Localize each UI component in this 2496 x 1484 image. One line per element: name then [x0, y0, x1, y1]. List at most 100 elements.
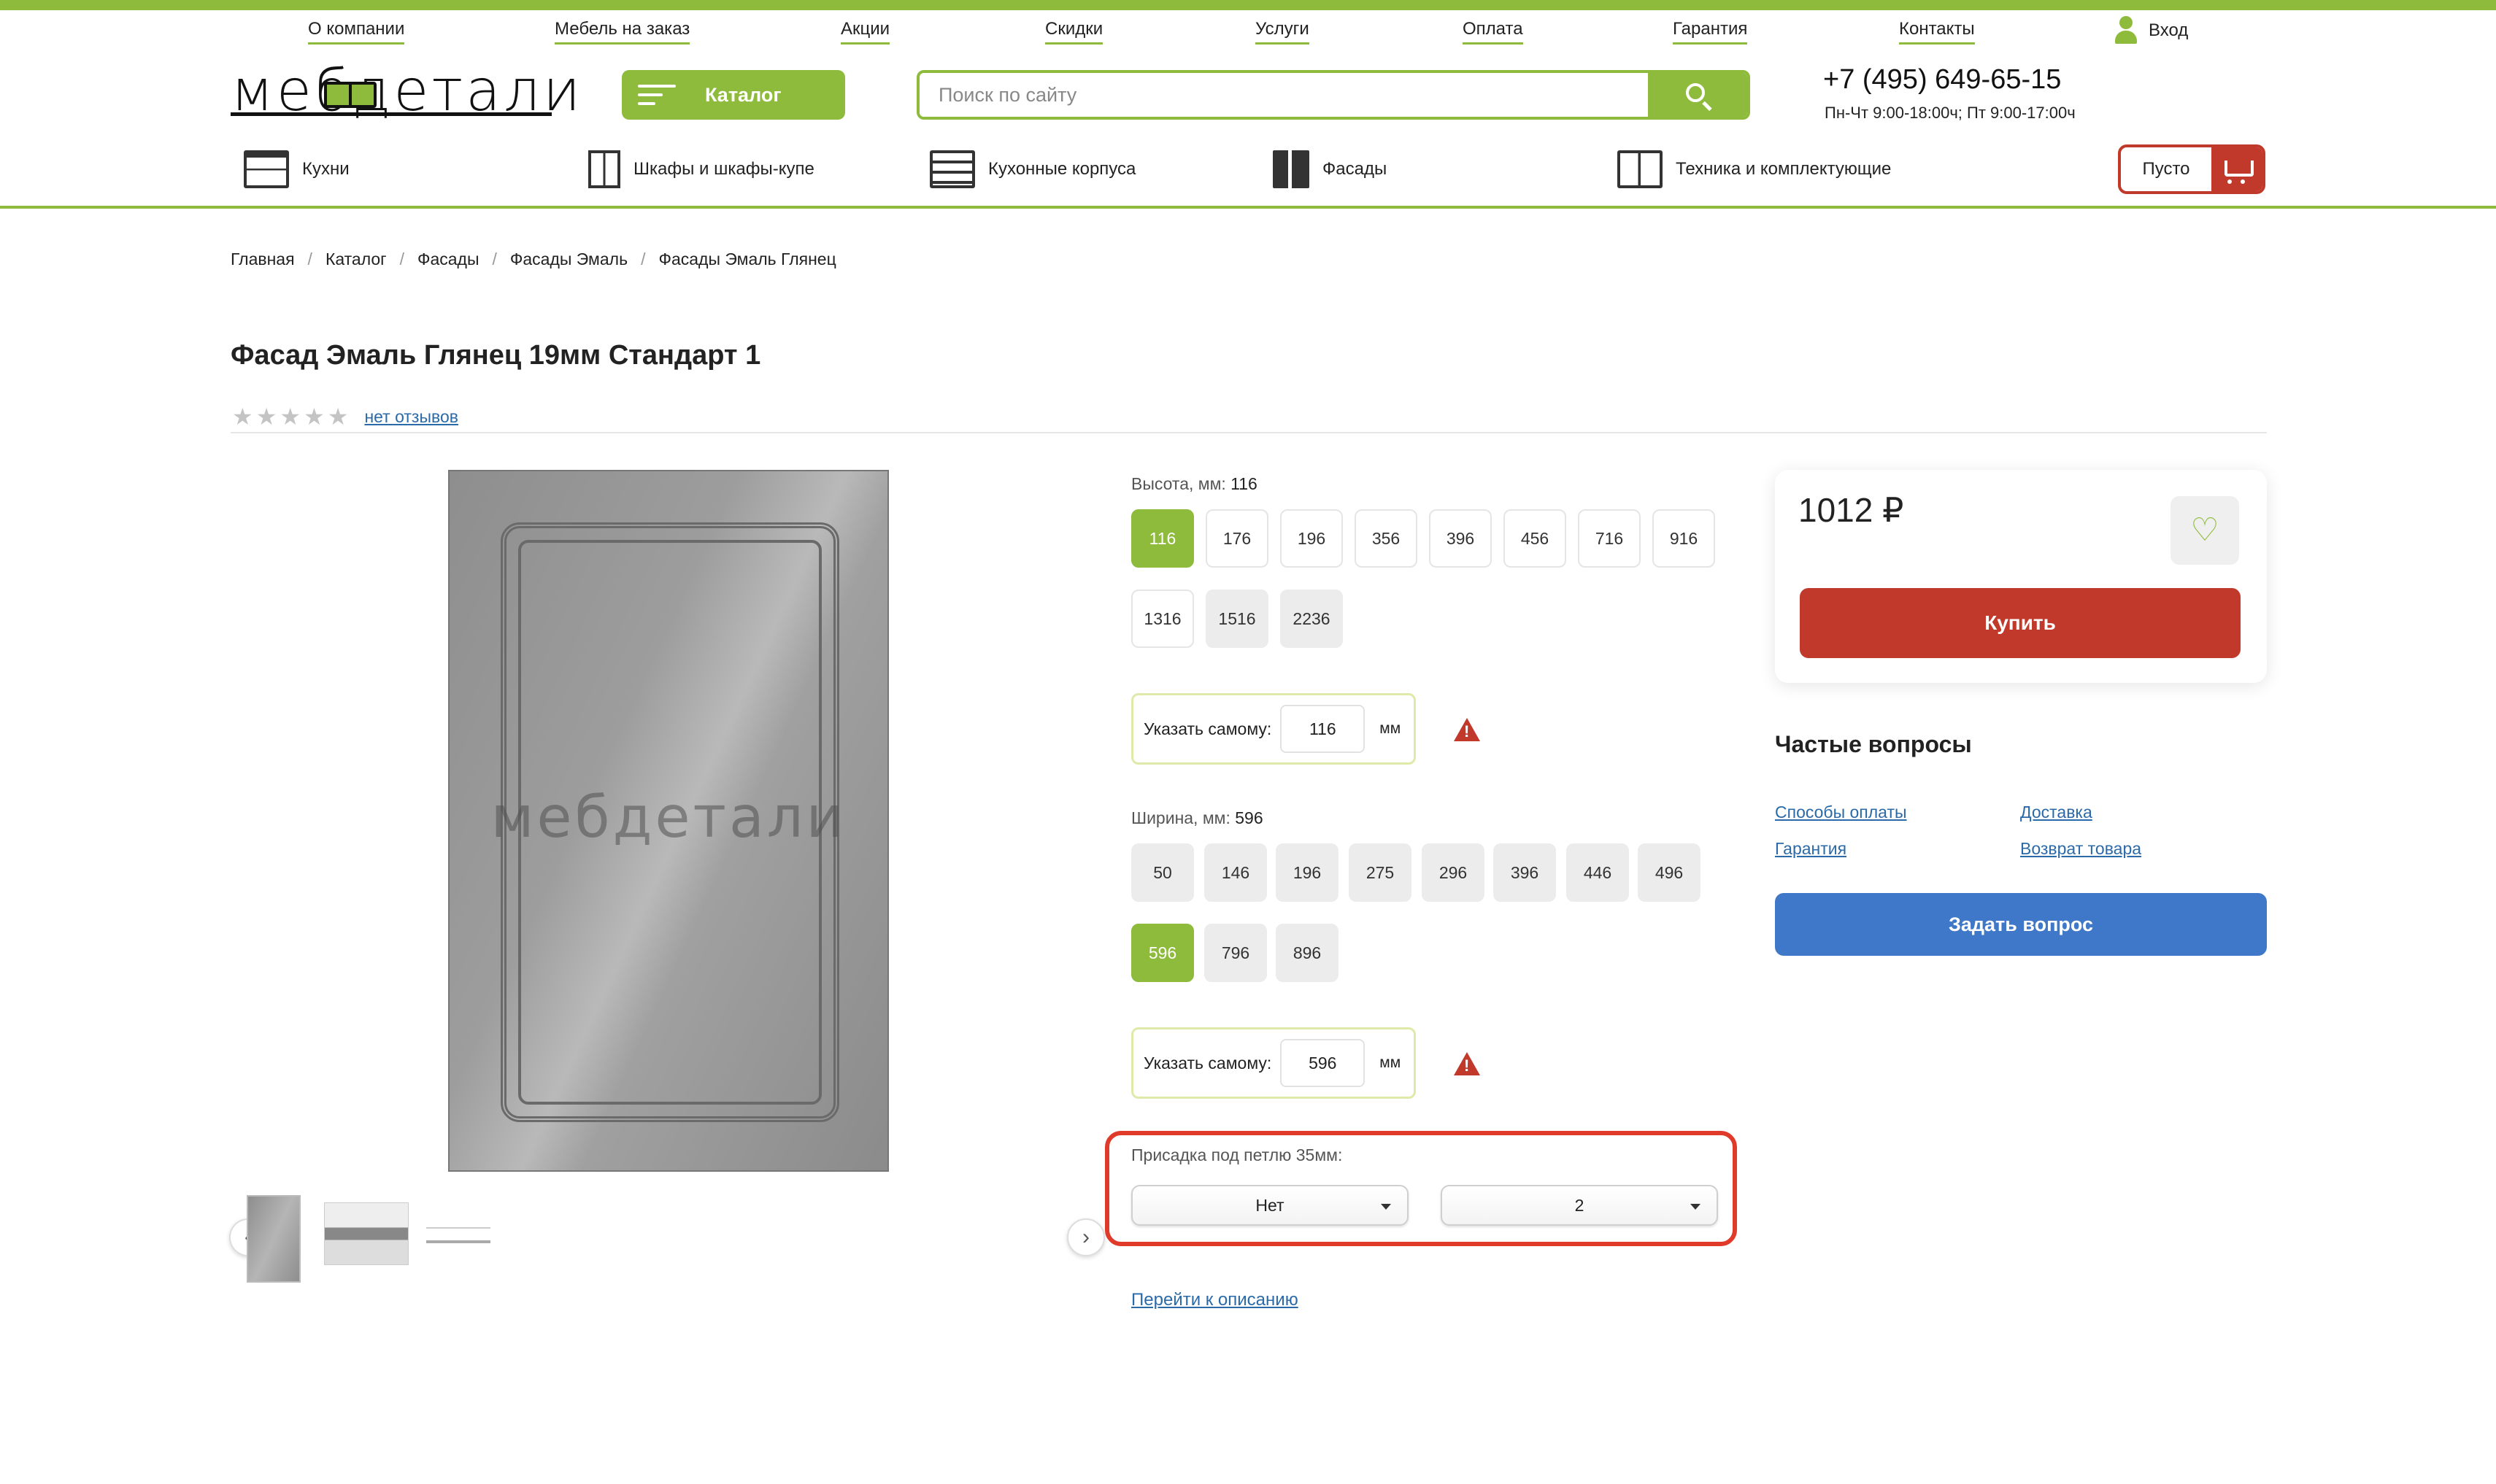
width-option[interactable]: 446: [1566, 843, 1629, 902]
faq-link-delivery[interactable]: Доставка: [2020, 803, 2092, 822]
favorite-button[interactable]: ♡: [2170, 496, 2239, 565]
category-appliances[interactable]: Техника и комплектующие: [1617, 150, 1891, 188]
height-option[interactable]: 1316: [1131, 590, 1194, 648]
width-option[interactable]: 146: [1204, 843, 1267, 902]
custom-width-input[interactable]: [1280, 1039, 1366, 1087]
category-label: Кухни: [302, 159, 350, 179]
warning-icon[interactable]: [1454, 718, 1480, 741]
nav-link-payment[interactable]: Оплата: [1463, 19, 1523, 45]
height-option[interactable]: 396: [1429, 509, 1492, 568]
height-label: Высота, мм: 116: [1131, 474, 1257, 493]
caret-down-icon: [1381, 1204, 1391, 1210]
hinge-drilling-select[interactable]: Нет: [1131, 1185, 1409, 1226]
logo-mark: [324, 82, 377, 108]
star-icon[interactable]: ★: [256, 405, 277, 428]
width-option[interactable]: 596: [1131, 924, 1194, 982]
width-option[interactable]: 496: [1638, 843, 1700, 902]
height-option[interactable]: 116: [1131, 509, 1194, 568]
width-option[interactable]: 796: [1204, 924, 1267, 982]
nav-link-about[interactable]: О компании: [308, 19, 405, 45]
star-icon[interactable]: ★: [232, 405, 253, 428]
nav-link-warranty[interactable]: Гарантия: [1673, 19, 1748, 45]
cart-button[interactable]: Пусто: [2118, 144, 2265, 194]
hinge-label: Присадка под петлю 35мм:: [1131, 1145, 1343, 1164]
faq-link-warranty[interactable]: Гарантия: [1775, 839, 1846, 859]
nav-link-contacts[interactable]: Контакты: [1899, 19, 1975, 45]
nav-link-discounts[interactable]: Скидки: [1045, 19, 1103, 45]
next-thumb-button[interactable]: ›: [1067, 1218, 1105, 1256]
ask-question-button[interactable]: Задать вопрос: [1775, 893, 2267, 956]
warning-icon[interactable]: [1454, 1052, 1480, 1075]
custom-width-label: Указать самому:: [1144, 1053, 1272, 1073]
top-nav: О компании Мебель на заказ Акции Скидки …: [231, 19, 2267, 48]
buy-button[interactable]: Купить: [1800, 588, 2241, 658]
category-wardrobes[interactable]: Шкафы и шкафы-купе: [588, 150, 814, 188]
login-label: Вход: [2149, 20, 2189, 40]
product-image[interactable]: мебдетали: [448, 470, 889, 1172]
height-option[interactable]: 2236: [1280, 590, 1343, 648]
width-option[interactable]: 196: [1276, 843, 1338, 902]
height-option[interactable]: 1516: [1206, 590, 1268, 648]
star-icon[interactable]: ★: [304, 405, 325, 428]
menu-icon: [638, 79, 676, 111]
width-option[interactable]: 396: [1493, 843, 1556, 902]
thumbnail-profile[interactable]: [426, 1227, 490, 1243]
facade-icon: [1273, 150, 1309, 188]
width-option[interactable]: 50: [1131, 843, 1194, 902]
faq-link-payment-methods[interactable]: Способы оплаты: [1775, 803, 1907, 822]
height-option[interactable]: 176: [1206, 509, 1268, 568]
phone-number[interactable]: +7 (495) 649-65-15: [1823, 64, 2061, 96]
hinge-count-select[interactable]: 2: [1441, 1185, 1718, 1226]
breadcrumb-home[interactable]: Главная: [231, 250, 295, 269]
custom-height-input[interactable]: [1280, 705, 1366, 753]
thumbnail-interior[interactable]: [324, 1202, 409, 1265]
site-logo[interactable]: мебдетали: [231, 63, 580, 120]
category-facades[interactable]: Фасады: [1273, 150, 1387, 188]
height-option[interactable]: 356: [1355, 509, 1417, 568]
width-option[interactable]: 296: [1422, 843, 1484, 902]
title-divider: [231, 432, 2267, 433]
cart-label: Пусто: [2121, 147, 2211, 191]
category-kitchen-cabinets[interactable]: Кухонные корпуса: [930, 150, 1136, 188]
height-option[interactable]: 456: [1503, 509, 1566, 568]
cart-icon: [2211, 147, 2262, 191]
star-icon[interactable]: ★: [280, 405, 301, 428]
width-option[interactable]: 896: [1276, 924, 1338, 982]
height-option[interactable]: 716: [1578, 509, 1641, 568]
header-divider: [0, 206, 2496, 209]
search-input[interactable]: [920, 73, 1648, 117]
breadcrumb-facades[interactable]: Фасады: [417, 250, 479, 269]
top-accent-bar: [0, 0, 2496, 10]
star-icon[interactable]: ★: [328, 405, 349, 428]
go-to-description-link[interactable]: Перейти к описанию: [1131, 1290, 1298, 1310]
category-label: Кухонные корпуса: [988, 159, 1136, 179]
hinge-drilling-section: Присадка под петлю 35мм: Нет 2: [1105, 1131, 1737, 1246]
login-link[interactable]: Вход: [2114, 16, 2188, 45]
appliance-icon: [1617, 150, 1663, 188]
height-option[interactable]: 196: [1280, 509, 1343, 568]
breadcrumb-current: Фасады Эмаль Глянец: [658, 250, 836, 268]
caret-down-icon: [1690, 1204, 1700, 1210]
breadcrumb-catalog[interactable]: Каталог: [326, 250, 387, 269]
catalog-label: Каталог: [705, 83, 782, 106]
category-kitchens[interactable]: Кухни: [244, 150, 350, 188]
breadcrumb-enamel-facades[interactable]: Фасады Эмаль: [510, 250, 628, 269]
search-button[interactable]: [1648, 73, 1747, 117]
faq-link-returns[interactable]: Возврат товара: [2020, 839, 2141, 859]
height-option[interactable]: 916: [1652, 509, 1715, 568]
category-label: Шкафы и шкафы-купе: [633, 159, 814, 179]
width-option[interactable]: 275: [1349, 843, 1411, 902]
custom-height-label: Указать самому:: [1144, 719, 1272, 738]
page-title: Фасад Эмаль Глянец 19мм Стандарт 1: [231, 340, 761, 371]
rating: ★ ★ ★ ★ ★ нет отзывов: [232, 405, 458, 428]
logo-underline: [231, 112, 552, 116]
catalog-button[interactable]: Каталог: [622, 70, 845, 120]
nav-link-services[interactable]: Услуги: [1255, 19, 1309, 45]
nav-link-promotions[interactable]: Акции: [841, 19, 890, 45]
reviews-link[interactable]: нет отзывов: [364, 407, 458, 427]
buy-card: 1012 ₽ ♡ Купить: [1775, 470, 2267, 683]
nav-link-custom-furniture[interactable]: Мебель на заказ: [555, 19, 690, 45]
thumbnail-facade[interactable]: [247, 1195, 301, 1283]
product-price: 1012 ₽: [1798, 491, 1904, 529]
cabinet-icon: [930, 150, 975, 188]
